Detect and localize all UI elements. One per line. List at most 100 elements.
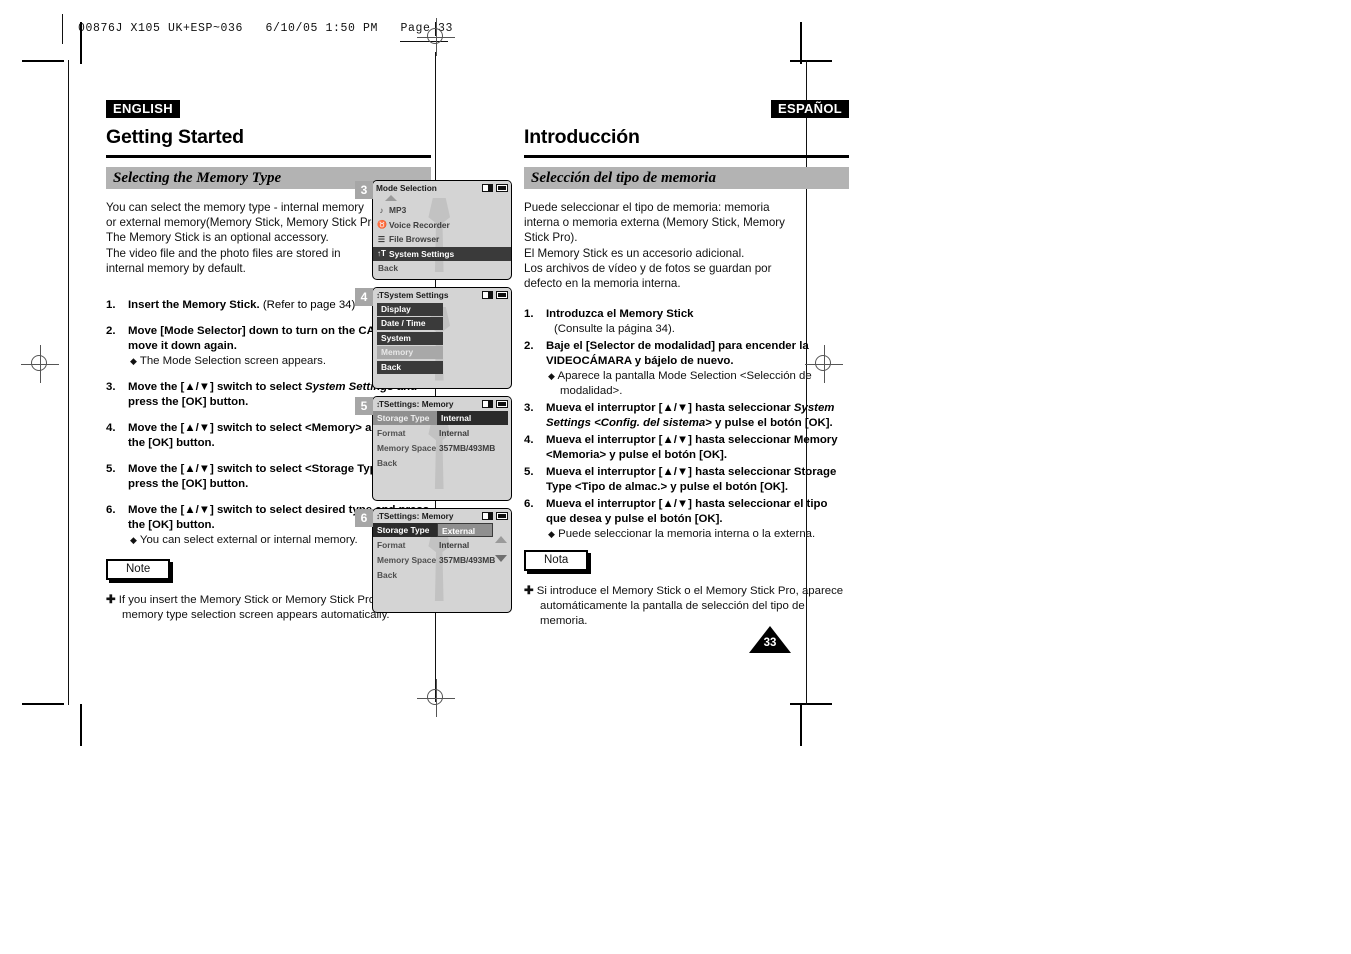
scroll-down-caret-icon[interactable] xyxy=(495,555,507,562)
lcd-menu-item-file-browser[interactable]: ☰ File Browser xyxy=(373,232,511,247)
gear-icon: ↑T xyxy=(377,249,386,259)
step-text: Insert the Memory Stick. xyxy=(128,299,260,312)
list-item: 1. Introduzca el Memory Stick (Consulte … xyxy=(524,307,849,337)
list-item: 3. Mueva el interruptor [▲/▼] hasta sele… xyxy=(524,401,849,431)
lcd-body: Storage Type Internal Format Internal Me… xyxy=(373,411,511,489)
lcd-setting-row-back[interactable]: Back xyxy=(373,568,511,582)
step-bullet-text: Aparece la pantalla Mode Selection <Sele… xyxy=(557,370,812,398)
lcd-setting-row-format[interactable]: Format Internal xyxy=(373,426,511,440)
step-text: Mueva el interruptor [▲/▼] hasta selecci… xyxy=(546,402,794,415)
lcd-menu-item-system-settings[interactable]: ↑T System Settings xyxy=(373,246,511,261)
lcd-screen-settings-memory-internal: ↕TSettings: Memory Storage Type Internal… xyxy=(372,396,512,501)
battery-icon xyxy=(496,183,508,192)
card-icon xyxy=(482,290,493,299)
intro-line: Puede seleccionar el tipo de memoria: me… xyxy=(524,201,770,214)
lcd-setting-row-format[interactable]: Format Internal xyxy=(373,538,511,552)
lcd-menu-item-label: MP3 xyxy=(389,205,407,216)
lcd-setting-value: Internal xyxy=(437,411,508,425)
scroll-up-caret-icon[interactable] xyxy=(495,536,507,543)
lcd-titlebar: Mode Selection xyxy=(373,181,511,194)
lcd-setting-value: 357MB/493MB xyxy=(439,443,496,453)
step-number: 4. xyxy=(106,422,116,435)
step-text: Mueva el interruptor [▲/▼] hasta selecci… xyxy=(546,434,838,462)
card-icon xyxy=(482,183,493,192)
gear-icon: ↕T xyxy=(376,511,384,521)
intro-line: Stick Pro). xyxy=(524,231,578,245)
intro-line: defecto en la memoria interna. xyxy=(524,277,681,291)
cross-bullet-icon: ✚ xyxy=(106,594,116,607)
lcd-title: System Settings xyxy=(383,289,449,300)
step-bullet-text: You can select external or internal memo… xyxy=(139,534,358,547)
step-bullet-text: The Mode Selection screen appears. xyxy=(139,355,327,368)
lcd-setting-row-storage-type[interactable]: Storage Type External xyxy=(373,523,511,537)
lcd-setting-row-memory-space: Memory Space 357MB/493MB xyxy=(373,441,511,455)
language-tag-spanish: ESPAÑOL xyxy=(771,100,849,118)
lcd-setting-row-storage-type[interactable]: Storage Type Internal xyxy=(373,411,511,425)
step-number: 3. xyxy=(106,381,116,394)
page-number-badge: 33 xyxy=(749,626,791,653)
step-badge-3: 3 xyxy=(355,181,373,199)
lcd-menu-list: ♪ MP3 ♉ Voice Recorder ☰ File Browser ↑T… xyxy=(373,203,511,276)
lcd-menu-item-voice-recorder[interactable]: ♉ Voice Recorder xyxy=(373,218,511,233)
step-text-regular: (Refer to page 34) xyxy=(259,299,356,312)
step-badge-4: 4 xyxy=(355,288,373,306)
diamond-bullet-icon: ◆ xyxy=(548,529,555,540)
lcd-menu-item-system[interactable]: System xyxy=(377,331,443,345)
lcd-setting-key: Storage Type xyxy=(373,411,437,425)
page-number: 33 xyxy=(763,637,777,649)
card-icon xyxy=(482,511,493,520)
list-item: 2. Baje el [Selector de modalidad] para … xyxy=(524,339,849,399)
lcd-title-wrap: ↕TSettings: Memory xyxy=(376,511,482,521)
step-badge-5: 5 xyxy=(355,397,373,415)
step-number: 6. xyxy=(106,504,116,517)
lcd-panel-group-4: 4 ↕TSystem Settings Display Date / Time … xyxy=(355,287,516,392)
battery-icon xyxy=(496,399,508,408)
lcd-menu-item-memory[interactable]: Memory xyxy=(377,346,443,359)
step-number: 2. xyxy=(106,325,116,338)
step-number: 1. xyxy=(106,299,116,312)
language-tag-english: ENGLISH xyxy=(106,100,180,118)
diamond-bullet-icon: ◆ xyxy=(130,356,137,367)
list-item: 5. Mueva el interruptor [▲/▼] hasta sele… xyxy=(524,465,849,495)
list-item: 4. Mueva el interruptor [▲/▼] hasta sele… xyxy=(524,433,849,463)
spanish-column: ESPAÑOL Introducción Selección del tipo … xyxy=(524,100,849,629)
step-list-spanish: 1. Introduzca el Memory Stick (Consulte … xyxy=(524,307,849,542)
step-number: 4. xyxy=(524,434,534,447)
step-badge-6: 6 xyxy=(355,509,373,527)
step-text: Introduzca el Memory Stick xyxy=(546,308,694,321)
step-number: 1. xyxy=(524,308,534,321)
lcd-menu-item-back[interactable]: Back xyxy=(377,360,443,374)
lcd-setting-key: Memory Space xyxy=(377,555,437,565)
lcd-panel-group-5: 5 ↕TSettings: Memory Storage Type Intern… xyxy=(355,396,516,504)
lcd-setting-key: Back xyxy=(377,458,398,468)
lcd-menu-item-date-time[interactable]: Date / Time xyxy=(377,317,443,330)
lcd-setting-key: Format xyxy=(377,428,406,438)
lcd-setting-value: Internal xyxy=(439,428,470,438)
lcd-title: Settings: Memory xyxy=(383,398,454,409)
lcd-titlebar: ↕TSettings: Memory xyxy=(373,397,511,410)
page-title-english: Getting Started xyxy=(106,126,244,148)
step-bullet: ◆ Puede seleccionar la memoria interna o… xyxy=(546,527,849,542)
title-rule-spanish xyxy=(524,155,849,158)
note-label-spanish: Nota xyxy=(524,550,589,572)
card-icon xyxy=(482,399,493,408)
scroll-up-caret-icon[interactable] xyxy=(373,194,511,203)
lcd-setting-key: Back xyxy=(377,570,398,580)
lcd-setting-row-memory-space: Memory Space 357MB/493MB xyxy=(373,553,511,567)
diamond-bullet-icon: ◆ xyxy=(130,535,137,546)
music-note-icon: ♪ xyxy=(379,205,384,215)
lcd-panel-group-3: 3 Mode Selection ♪ MP3 ♉ Voice Recorder … xyxy=(355,180,516,283)
step-number: 5. xyxy=(106,463,116,476)
lcd-menu-item-back[interactable]: Back xyxy=(373,261,511,276)
lcd-screen-illustrations: 3 Mode Selection ♪ MP3 ♉ Voice Recorder … xyxy=(355,180,516,620)
cross-bullet-icon: ✚ xyxy=(524,585,534,598)
lcd-scroll-arrows[interactable] xyxy=(495,536,507,574)
manual-page: ENGLISH Getting Started Selecting the Me… xyxy=(0,0,1351,954)
lcd-menu-item-mp3[interactable]: ♪ MP3 xyxy=(373,203,511,218)
lcd-body: Display Date / Time System Memory Back xyxy=(373,302,511,381)
page-title-spanish: Introducción xyxy=(524,126,640,148)
step-bullet-text: Puede seleccionar la memoria interna o l… xyxy=(558,528,816,541)
lcd-menu-item-display[interactable]: Display xyxy=(377,302,443,316)
lcd-setting-row-back[interactable]: Back xyxy=(373,456,511,470)
step-text-after: y pulse el botón [OK]. xyxy=(711,417,833,430)
